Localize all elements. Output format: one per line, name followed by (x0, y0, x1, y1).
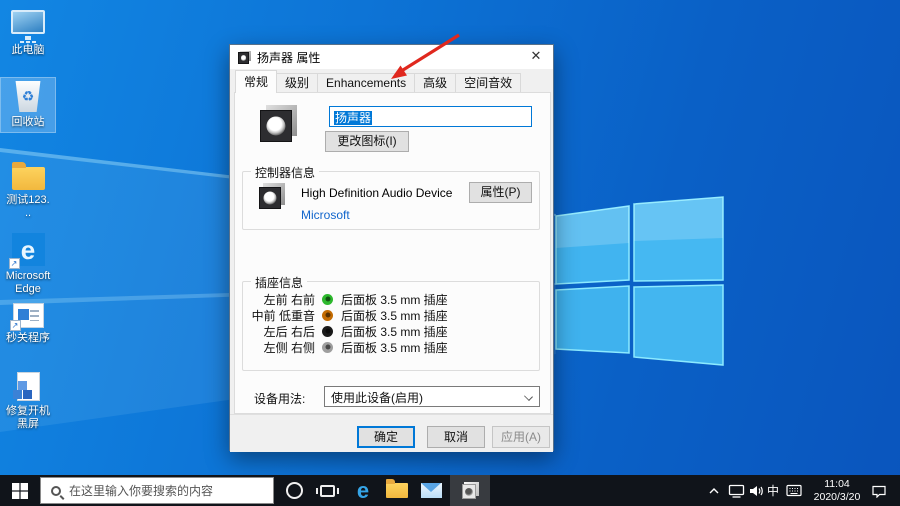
taskbar-sound-app-active[interactable] (450, 475, 490, 506)
icon-label: 回收站 (1, 116, 55, 129)
registry-file-icon (17, 372, 40, 401)
recycle-bin-icon (15, 81, 42, 112)
taskbar-clock[interactable]: 11:04 2020/3/20 (808, 475, 866, 506)
jack-color-dot (322, 326, 333, 337)
jack-channels: 左侧 右侧 (243, 339, 315, 356)
device-usage-label: 设备用法: (254, 390, 305, 407)
mail-icon (421, 483, 442, 498)
close-icon[interactable]: ✕ (519, 45, 553, 67)
jack-color-dot (322, 310, 333, 321)
speaker-icon (238, 51, 251, 64)
tab-enhancements[interactable]: Enhancements (317, 73, 415, 93)
taskbar-explorer-button[interactable] (382, 475, 412, 506)
vendor-link[interactable]: Microsoft (301, 208, 350, 222)
desktop-icon-folder-test123[interactable]: 测试123. .. (1, 160, 55, 220)
icon-label: 秒关程序 (1, 332, 55, 345)
device-name-value: 扬声器 (334, 111, 372, 125)
speaker-device-icon (260, 105, 297, 142)
tab-page-general: 扬声器 更改图标(I) 控制器信息 High Definition Audio … (234, 92, 551, 414)
properties-button[interactable]: 属性(P) (469, 182, 532, 203)
icon-label-2: .. (1, 207, 55, 220)
tab-spatial-sound[interactable]: 空间音效 (455, 73, 521, 93)
jack-channels: 中前 低重音 (243, 307, 315, 324)
jack-desc: 后面板 3.5 mm 插座 (341, 323, 448, 340)
jack-desc: 后面板 3.5 mm 插座 (341, 307, 448, 324)
folder-icon (12, 167, 45, 190)
jack-desc: 后面板 3.5 mm 插座 (341, 291, 448, 308)
chevron-up-icon (708, 487, 720, 495)
ime-mode-indicator[interactable]: 中 (764, 475, 782, 506)
jack-row: 左后 右后 后面板 3.5 mm 插座 (243, 324, 539, 338)
ok-button[interactable]: 确定 (357, 426, 415, 448)
dialog-button-row: 确定 取消 应用(A) (230, 414, 553, 452)
controller-info-group: 控制器信息 High Definition Audio Device Micro… (242, 171, 540, 230)
shortcut-arrow-icon (9, 258, 20, 269)
file-explorer-icon (386, 483, 408, 498)
jack-row: 左侧 右侧 后面板 3.5 mm 插座 (243, 340, 539, 354)
desktop-icon-recycle-bin[interactable]: 回收站 (1, 78, 55, 132)
action-center-button[interactable] (866, 475, 892, 506)
speaker-app-icon (462, 482, 479, 499)
desktop-icon-edge[interactable]: Microsoft Edge (1, 233, 55, 296)
icon-label: 此电脑 (1, 44, 55, 57)
apply-button-disabled: 应用(A) (492, 426, 550, 448)
jack-info-group: 插座信息 左前 右前 后面板 3.5 mm 插座 中前 低重音 后面板 3.5 … (242, 281, 540, 371)
cancel-button[interactable]: 取消 (427, 426, 485, 448)
shortcut-arrow-icon (10, 320, 21, 331)
start-button[interactable] (0, 475, 40, 506)
clock-date: 2020/3/20 (814, 491, 861, 504)
jack-row: 中前 低重音 后面板 3.5 mm 插座 (243, 308, 539, 322)
jack-color-dot (322, 342, 333, 353)
jack-row: 左前 右前 后面板 3.5 mm 插座 (243, 292, 539, 306)
tray-overflow-button[interactable] (704, 475, 724, 506)
controller-device-name: High Definition Audio Device (301, 186, 452, 200)
desktop: 此电脑 回收站 测试123. .. Microsoft Edge 秒关程序 修复… (0, 0, 900, 506)
icon-label: 修复开机黑屏 (1, 405, 55, 431)
device-usage-select[interactable]: 使用此设备(启用) (324, 386, 540, 407)
cortana-icon (286, 482, 303, 499)
clock-time: 11:04 (824, 478, 850, 491)
chevron-down-icon (524, 392, 533, 401)
jack-desc: 后面板 3.5 mm 插座 (341, 339, 448, 356)
keyboard-icon (786, 484, 802, 497)
icon-label: 测试123. (1, 194, 55, 207)
group-title: 插座信息 (251, 274, 307, 291)
device-usage-value: 使用此设备(启用) (331, 391, 423, 405)
task-view-button[interactable] (312, 475, 342, 506)
taskbar: 中 11:04 2020/3/20 (0, 475, 900, 506)
desktop-icon-registry-fix[interactable]: 修复开机黑屏 (1, 372, 55, 431)
desktop-icon-app[interactable]: 秒关程序 (1, 303, 55, 345)
tray-volume-button[interactable] (746, 475, 766, 506)
action-center-icon (871, 484, 887, 498)
tab-advanced[interactable]: 高级 (414, 73, 456, 93)
dialog-titlebar[interactable]: 扬声器 属性 ✕ (230, 45, 553, 69)
dialog-title: 扬声器 属性 (257, 49, 320, 66)
group-title: 控制器信息 (251, 164, 319, 181)
jack-channels: 左后 右后 (243, 323, 315, 340)
speaker-properties-dialog: 扬声器 属性 ✕ 常规 级别 Enhancements 高级 空间音效 扬声器 … (229, 44, 554, 451)
search-input[interactable] (69, 484, 273, 498)
change-icon-button[interactable]: 更改图标(I) (325, 131, 409, 152)
tab-levels[interactable]: 级别 (276, 73, 318, 93)
search-icon (51, 486, 61, 496)
taskbar-search-box[interactable] (40, 477, 274, 504)
this-pc-icon (11, 10, 45, 34)
desktop-icon-this-pc[interactable]: 此电脑 (1, 10, 55, 57)
tray-keyboard-button[interactable] (784, 475, 804, 506)
tab-strip: 常规 级别 Enhancements 高级 空间音效 (235, 70, 520, 93)
tab-general[interactable]: 常规 (235, 70, 277, 93)
controller-device-icon (259, 183, 285, 209)
jack-color-dot (322, 294, 333, 305)
device-name-input[interactable]: 扬声器 (329, 106, 532, 127)
icon-label: Microsoft Edge (1, 270, 55, 296)
taskbar-edge-button[interactable] (348, 475, 378, 506)
task-view-icon (320, 485, 335, 497)
volume-icon (748, 484, 765, 498)
network-icon (728, 484, 745, 498)
taskbar-mail-button[interactable] (416, 475, 446, 506)
windows-logo-icon (12, 483, 28, 499)
cortana-button[interactable] (280, 475, 308, 506)
tray-network-button[interactable] (726, 475, 746, 506)
jack-channels: 左前 右前 (243, 291, 315, 308)
